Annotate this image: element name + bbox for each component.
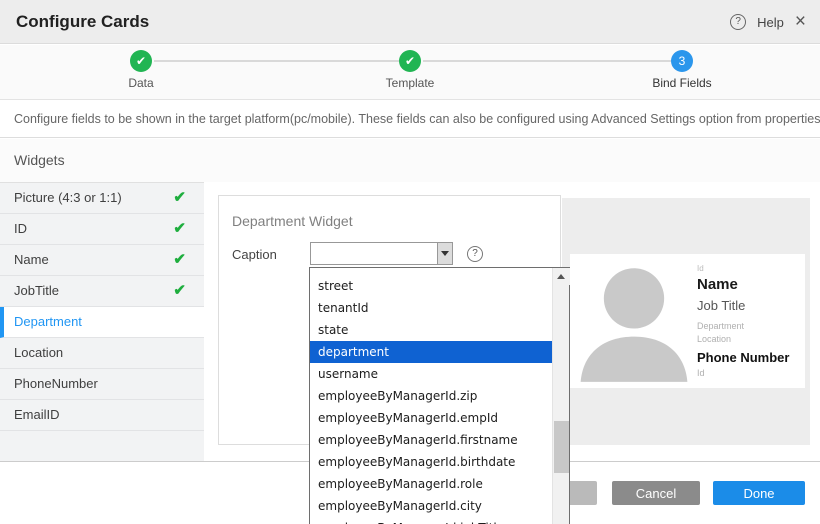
dropdown-scrollbar[interactable] (552, 268, 569, 524)
sidebar-item-picture[interactable]: Picture (4:3 or 1:1) ✔ (0, 183, 204, 214)
close-icon[interactable]: × (795, 14, 806, 30)
sidebar-item-emailid[interactable]: EmailID (0, 400, 204, 431)
check-icon: ✔ (405, 54, 415, 68)
step-data-label: Data (128, 76, 153, 90)
check-icon: ✔ (136, 54, 146, 68)
preview-id-top: Id (697, 264, 704, 273)
sidebar-item-label: Picture (4:3 or 1:1) (14, 190, 122, 205)
help-icon[interactable]: ? (730, 14, 746, 30)
sidebar-item-id[interactable]: ID ✔ (0, 214, 204, 245)
preview-id-bottom: Id (697, 368, 705, 378)
step-template-label: Template (386, 76, 435, 90)
configure-cards-dialog: Configure Cards ? Help × ✔ Data ✔ Templa… (0, 0, 820, 524)
dropdown-option[interactable]: employeeByManagerId.city (310, 495, 552, 517)
step-data-circle[interactable]: ✔ (130, 50, 152, 72)
scrollbar-thumb[interactable] (554, 421, 569, 473)
sidebar-item-label: Location (14, 345, 63, 360)
cancel-button[interactable]: Cancel (612, 481, 700, 505)
check-icon: ✔ (173, 245, 186, 275)
panel-title: Department Widget (232, 213, 353, 229)
wizard-stepper: ✔ Data ✔ Template 3 Bind Fields (0, 45, 820, 100)
dropdown-option[interactable]: state (310, 319, 552, 341)
caption-combobox-input[interactable] (311, 243, 437, 264)
dropdown-option[interactable]: username (310, 363, 552, 385)
caption-help-icon[interactable]: ? (467, 246, 483, 262)
check-icon: ✔ (173, 276, 186, 306)
dropdown-option[interactable]: employeeByManagerId.firstname (310, 429, 552, 451)
check-icon: ✔ (173, 214, 186, 244)
preview-phone: Phone Number (697, 350, 789, 365)
card-preview-area: Id Name Job Title Department Location Ph… (562, 198, 810, 445)
dropdown-option[interactable]: tenantId (310, 297, 552, 319)
step-bind-fields-label: Bind Fields (652, 76, 711, 90)
sidebar-item-label: PhoneNumber (14, 376, 98, 391)
preview-location: Location (697, 334, 731, 344)
caption-label: Caption (232, 247, 277, 262)
sidebar-item-jobtitle[interactable]: JobTitle ✔ (0, 276, 204, 307)
description-text: Configure fields to be shown in the targ… (14, 101, 820, 137)
sidebar-item-department[interactable]: Department (0, 307, 204, 338)
widgets-heading-band: Widgets (0, 139, 820, 182)
caption-combobox[interactable] (310, 242, 453, 265)
done-button[interactable]: Done (713, 481, 805, 505)
dropdown-option[interactable]: employeeByManagerId.role (310, 473, 552, 495)
step-connector (423, 60, 671, 62)
sidebar-item-label: Name (14, 252, 49, 267)
caption-dropdown-list: street tenantId state department usernam… (309, 267, 570, 524)
dropdown-option[interactable]: employeeByManagerId.empId (310, 407, 552, 429)
widgets-sidebar: Picture (4:3 or 1:1) ✔ ID ✔ Name ✔ JobTi… (0, 182, 204, 461)
dropdown-option[interactable]: street (310, 275, 552, 297)
step-connector (154, 60, 399, 62)
preview-name: Name (697, 276, 738, 293)
step-bind-fields-circle[interactable]: 3 (671, 50, 693, 72)
dropdown-option[interactable]: employeeByManagerId.birthdate (310, 451, 552, 473)
description-band: Configure fields to be shown in the targ… (0, 101, 820, 138)
person-silhouette-icon (576, 260, 692, 382)
sidebar-item-phonenumber[interactable]: PhoneNumber (0, 369, 204, 400)
sidebar-item-name[interactable]: Name ✔ (0, 245, 204, 276)
dialog-title: Configure Cards (16, 0, 149, 44)
help-link[interactable]: Help (757, 15, 784, 30)
step-template-circle[interactable]: ✔ (399, 50, 421, 72)
dialog-header: Configure Cards ? Help × (0, 0, 820, 44)
dropdown-option[interactable]: employeeByManagerId.zip (310, 385, 552, 407)
sidebar-item-label: Department (14, 314, 82, 329)
check-icon: ✔ (173, 183, 186, 213)
preview-job-title: Job Title (697, 298, 745, 313)
header-actions: ? Help × (730, 0, 806, 44)
dropdown-option-selected[interactable]: department (310, 341, 552, 363)
preview-department: Department (697, 321, 744, 331)
sidebar-item-label: EmailID (14, 407, 60, 422)
sidebar-item-label: ID (14, 221, 27, 236)
scroll-up-icon[interactable] (553, 268, 570, 285)
chevron-down-icon[interactable] (437, 243, 452, 264)
widgets-heading: Widgets (14, 139, 65, 182)
sidebar-item-location[interactable]: Location (0, 338, 204, 369)
preview-card: Id Name Job Title Department Location Ph… (570, 254, 805, 388)
dropdown-option[interactable]: employeeByManagerId.jobTitle (310, 517, 552, 524)
dropdown-items: street tenantId state department usernam… (310, 268, 552, 524)
sidebar-item-label: JobTitle (14, 283, 59, 298)
